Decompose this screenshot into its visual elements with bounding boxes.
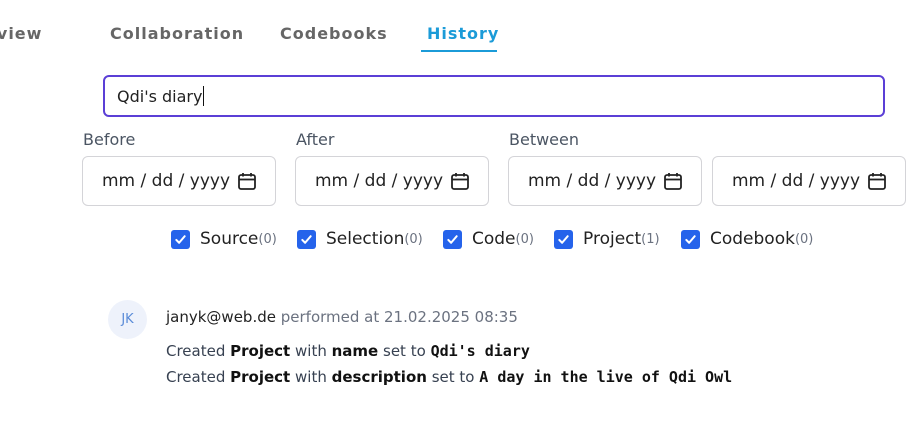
history-change-line: Created Project with name set to Qdi's d… (166, 342, 530, 360)
change-setto: set to (383, 342, 426, 360)
code-checkbox[interactable] (443, 229, 462, 249)
change-with: with (295, 368, 327, 386)
between-label: Between (509, 130, 580, 149)
filter-label: Source (200, 229, 259, 249)
after-date-input[interactable]: mm / dd / yyyy (295, 156, 489, 206)
change-with: with (295, 342, 327, 360)
change-value: A day in the live of Qdi Owl (479, 368, 733, 386)
filter-count: (0) (404, 231, 423, 247)
filter-label: Code (472, 229, 516, 249)
history-user: janyk@web.de (166, 308, 276, 326)
history-change-line: Created Project with description set to … (166, 368, 732, 386)
history-timestamp: performed at 21.02.2025 08:35 (280, 308, 518, 326)
source-checkbox[interactable] (171, 229, 190, 249)
tab-codebooks[interactable]: Codebooks (280, 24, 388, 43)
filter-count: (0) (515, 231, 534, 247)
tab-collaboration[interactable]: Collaboration (110, 24, 244, 43)
filter-project[interactable]: Project (1) (554, 229, 660, 249)
checkmark-icon (685, 234, 696, 244)
checkmark-icon (301, 234, 312, 244)
filter-label: Project (583, 229, 642, 249)
before-date-input[interactable]: mm / dd / yyyy (82, 156, 276, 206)
change-entity: Project (230, 342, 291, 360)
active-tab-indicator (421, 50, 497, 52)
calendar-icon[interactable] (663, 171, 683, 191)
change-entity: Project (230, 368, 291, 386)
tab-overview[interactable]: rview (0, 24, 42, 43)
filter-label: Codebook (710, 229, 795, 249)
filter-codebook[interactable]: Codebook (0) (681, 229, 813, 249)
checkmark-icon (558, 234, 569, 244)
tab-bar: rview Collaboration Codebooks History (0, 0, 923, 60)
change-setto: set to (431, 368, 475, 386)
calendar-icon[interactable] (450, 171, 470, 191)
filter-code[interactable]: Code (0) (443, 229, 534, 249)
tab-history[interactable]: History (427, 24, 499, 43)
change-value: Qdi's diary (430, 342, 530, 360)
filter-source[interactable]: Source (0) (171, 229, 277, 249)
checkmark-icon (447, 234, 458, 244)
filter-count: (0) (258, 231, 277, 247)
avatar: JK (108, 300, 147, 339)
date-placeholder: mm / dd / yyyy (315, 171, 444, 191)
between-end-date-input[interactable]: mm / dd / yyyy (712, 156, 906, 206)
change-action: Created (166, 368, 226, 386)
project-checkbox[interactable] (554, 229, 573, 249)
search-input-value: Qdi's diary (117, 86, 203, 106)
filter-label: Selection (326, 229, 405, 249)
text-caret (203, 86, 205, 106)
change-field: name (331, 342, 379, 360)
date-placeholder: mm / dd / yyyy (528, 171, 657, 191)
codebook-checkbox[interactable] (681, 229, 700, 249)
change-field: description (331, 368, 427, 386)
date-placeholder: mm / dd / yyyy (732, 171, 861, 191)
between-start-date-input[interactable]: mm / dd / yyyy (508, 156, 702, 206)
change-action: Created (166, 342, 226, 360)
calendar-icon[interactable] (237, 171, 257, 191)
calendar-icon[interactable] (867, 171, 887, 191)
after-label: After (296, 130, 335, 149)
history-entry-header: janyk@web.de performed at 21.02.2025 08:… (166, 308, 518, 326)
before-label: Before (83, 130, 136, 149)
checkmark-icon (175, 234, 186, 244)
filter-selection[interactable]: Selection (0) (297, 229, 423, 249)
history-search-input[interactable]: Qdi's diary (103, 75, 885, 117)
date-placeholder: mm / dd / yyyy (102, 171, 231, 191)
filter-count: (1) (641, 231, 660, 247)
selection-checkbox[interactable] (297, 229, 316, 249)
filter-count: (0) (794, 231, 814, 247)
